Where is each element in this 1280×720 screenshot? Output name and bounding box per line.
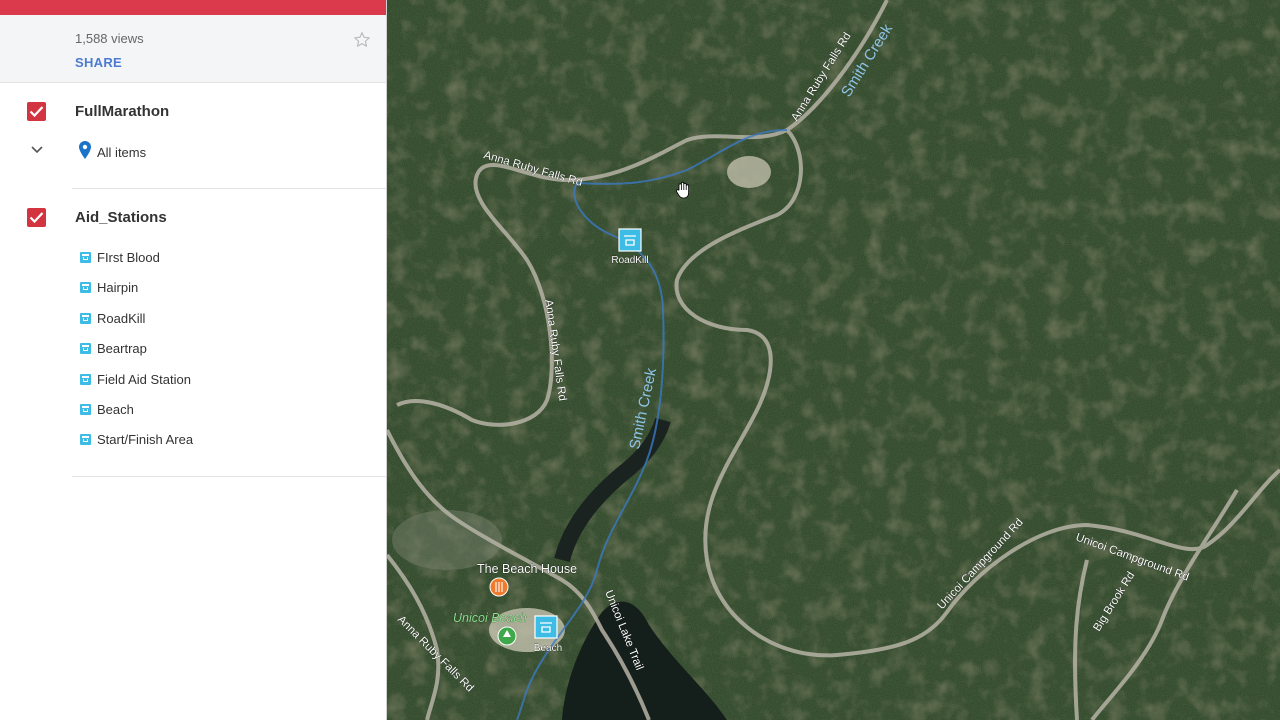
station-item[interactable]: Hairpin — [79, 280, 379, 300]
building-area — [392, 510, 502, 570]
aid-station-icon — [80, 434, 91, 445]
marker-label: Beach — [534, 643, 562, 654]
station-label: Hairpin — [97, 280, 139, 295]
station-label: Beach — [97, 402, 134, 417]
station-item[interactable]: FIrst Blood — [79, 250, 379, 270]
station-item[interactable]: Beach — [79, 402, 379, 422]
map-canvas[interactable]: Smith Creek Smith Creek Anna Ruby Falls … — [387, 0, 1280, 720]
layers-panel: 1,588 views SHARE FullMarathon All items… — [0, 0, 387, 720]
restaurant-icon[interactable] — [489, 577, 509, 597]
satellite-map[interactable]: Smith Creek Smith Creek Anna Ruby Falls … — [387, 0, 1280, 720]
place-label: Unicoi Beach — [453, 611, 527, 625]
aid-station-icon — [80, 404, 91, 415]
location-pin-icon — [79, 141, 91, 159]
aid-stations-checkbox[interactable] — [27, 208, 46, 227]
station-label: Start/Finish Area — [97, 432, 194, 447]
chevron-down-icon[interactable] — [29, 143, 45, 157]
map-info-header: 1,588 views SHARE — [0, 15, 386, 83]
divider — [72, 188, 386, 189]
all-items-link[interactable]: All items — [97, 145, 146, 160]
share-button[interactable]: SHARE — [75, 55, 122, 70]
title-bar — [0, 0, 386, 15]
aid-station-icon — [80, 374, 91, 385]
fullmarathon-checkbox[interactable] — [27, 102, 46, 121]
views-count: 1,588 views — [75, 31, 144, 46]
layer-title-fullmarathon: FullMarathon — [75, 103, 170, 120]
layer-title-aid-stations: Aid_Stations — [75, 209, 167, 226]
parking-clearing — [727, 156, 771, 188]
place-label: The Beach House — [477, 562, 577, 576]
station-item[interactable]: Beartrap — [79, 341, 379, 361]
star-icon[interactable] — [352, 30, 372, 50]
aid-station-icon — [80, 313, 91, 324]
aid-station-icon — [80, 252, 91, 263]
station-label: Beartrap — [97, 341, 147, 356]
check-icon — [29, 212, 44, 224]
marker-label: RoadKill — [611, 255, 648, 266]
park-icon[interactable] — [497, 626, 517, 646]
station-item[interactable]: Field Aid Station — [79, 372, 379, 392]
station-label: Field Aid Station — [97, 372, 191, 387]
station-label: FIrst Blood — [97, 250, 160, 265]
station-label: RoadKill — [97, 311, 146, 326]
aid-station-icon — [80, 282, 91, 293]
divider — [72, 476, 386, 477]
station-item[interactable]: RoadKill — [79, 311, 379, 331]
aid-station-icon — [80, 343, 91, 354]
station-item[interactable]: Start/Finish Area — [79, 432, 379, 452]
check-icon — [29, 106, 44, 118]
